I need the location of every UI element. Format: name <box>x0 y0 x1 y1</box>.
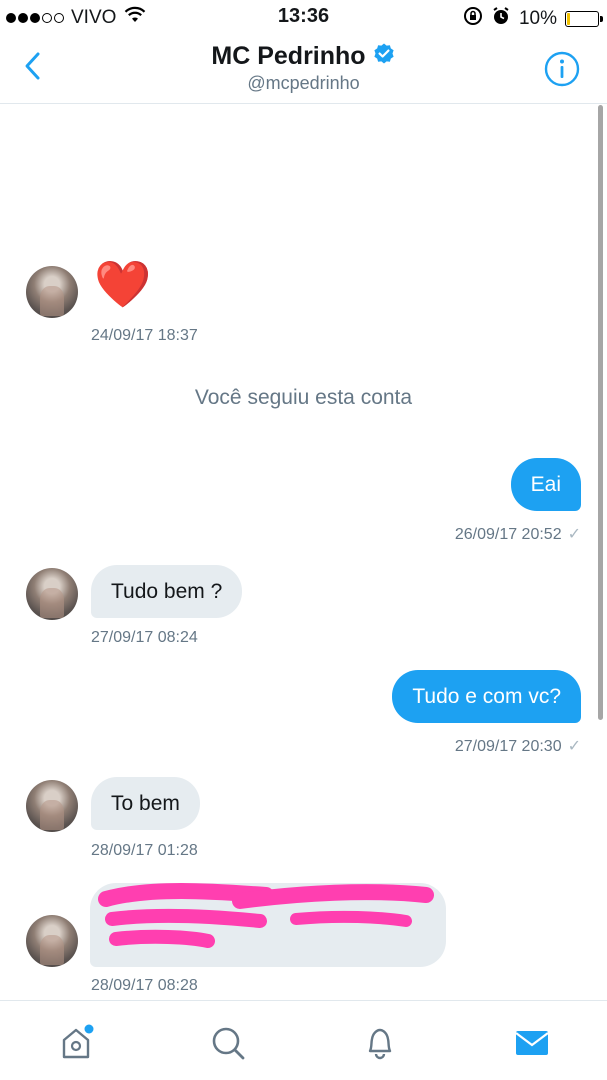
message-thread[interactable]: ❤️ 24/09/17 18:37 Você seguiu esta conta… <box>0 105 607 1000</box>
envelope-icon <box>515 1031 549 1055</box>
message-timestamp: 27/09/17 08:24 <box>91 629 198 646</box>
battery-level <box>567 13 570 25</box>
tab-search[interactable] <box>206 1021 250 1065</box>
avatar[interactable] <box>26 915 78 967</box>
tab-bar <box>0 1000 607 1080</box>
header-title-block[interactable]: MC Pedrinho @mcpedrinho <box>0 42 607 94</box>
home-icon <box>62 1024 94 1059</box>
redaction-scribble <box>98 883 434 948</box>
scrollbar[interactable] <box>598 105 603 720</box>
message-timestamp-text: 26/09/17 20:52 <box>454 526 562 543</box>
conversation-header: MC Pedrinho @mcpedrinho <box>0 34 607 104</box>
message-emoji[interactable]: ❤️ <box>94 261 151 307</box>
account-handle: @mcpedrinho <box>247 73 360 93</box>
follow-notice: Você seguiu esta conta <box>194 386 413 409</box>
notification-dot <box>84 1024 94 1034</box>
battery-icon <box>565 11 603 27</box>
status-bar: VIVO 13:36 10% <box>0 0 607 34</box>
alarm-icon <box>491 6 511 32</box>
verified-badge-icon <box>372 42 396 71</box>
page-title: MC Pedrinho <box>211 42 366 70</box>
message-timestamp: 28/09/17 01:28 <box>91 842 198 859</box>
bell-icon <box>368 1028 392 1060</box>
rotation-lock-icon <box>463 6 483 32</box>
message-bubble-outgoing[interactable]: Eai <box>510 458 581 511</box>
status-bar-right: 10% <box>463 6 603 32</box>
info-icon <box>544 51 580 87</box>
message-timestamp: 24/09/17 18:37 <box>91 327 198 344</box>
avatar[interactable] <box>26 266 78 318</box>
avatar[interactable] <box>26 780 78 832</box>
tab-notifications[interactable] <box>358 1021 402 1065</box>
message-bubble-incoming[interactable]: To bem <box>91 777 200 830</box>
search-icon <box>212 1027 245 1060</box>
tab-messages[interactable] <box>510 1021 554 1065</box>
battery-percent: 10% <box>518 8 557 29</box>
message-bubble-redacted[interactable] <box>90 883 446 967</box>
message-timestamp: 26/09/17 20:52 ✓ <box>455 524 581 544</box>
message-bubble-incoming[interactable]: Tudo bem ? <box>91 565 243 618</box>
message-timestamp: 28/09/17 08:28 <box>91 977 198 994</box>
tab-home[interactable] <box>54 1021 98 1065</box>
read-checkmark-icon: ✓ <box>567 738 581 755</box>
message-timestamp: 27/09/17 20:30 ✓ <box>455 736 581 756</box>
message-timestamp-text: 27/09/17 20:30 <box>454 738 562 755</box>
read-checkmark-icon: ✓ <box>567 526 581 543</box>
message-bubble-outgoing[interactable]: Tudo e com vc? <box>392 670 581 723</box>
info-button[interactable] <box>543 50 581 88</box>
avatar[interactable] <box>26 568 78 620</box>
